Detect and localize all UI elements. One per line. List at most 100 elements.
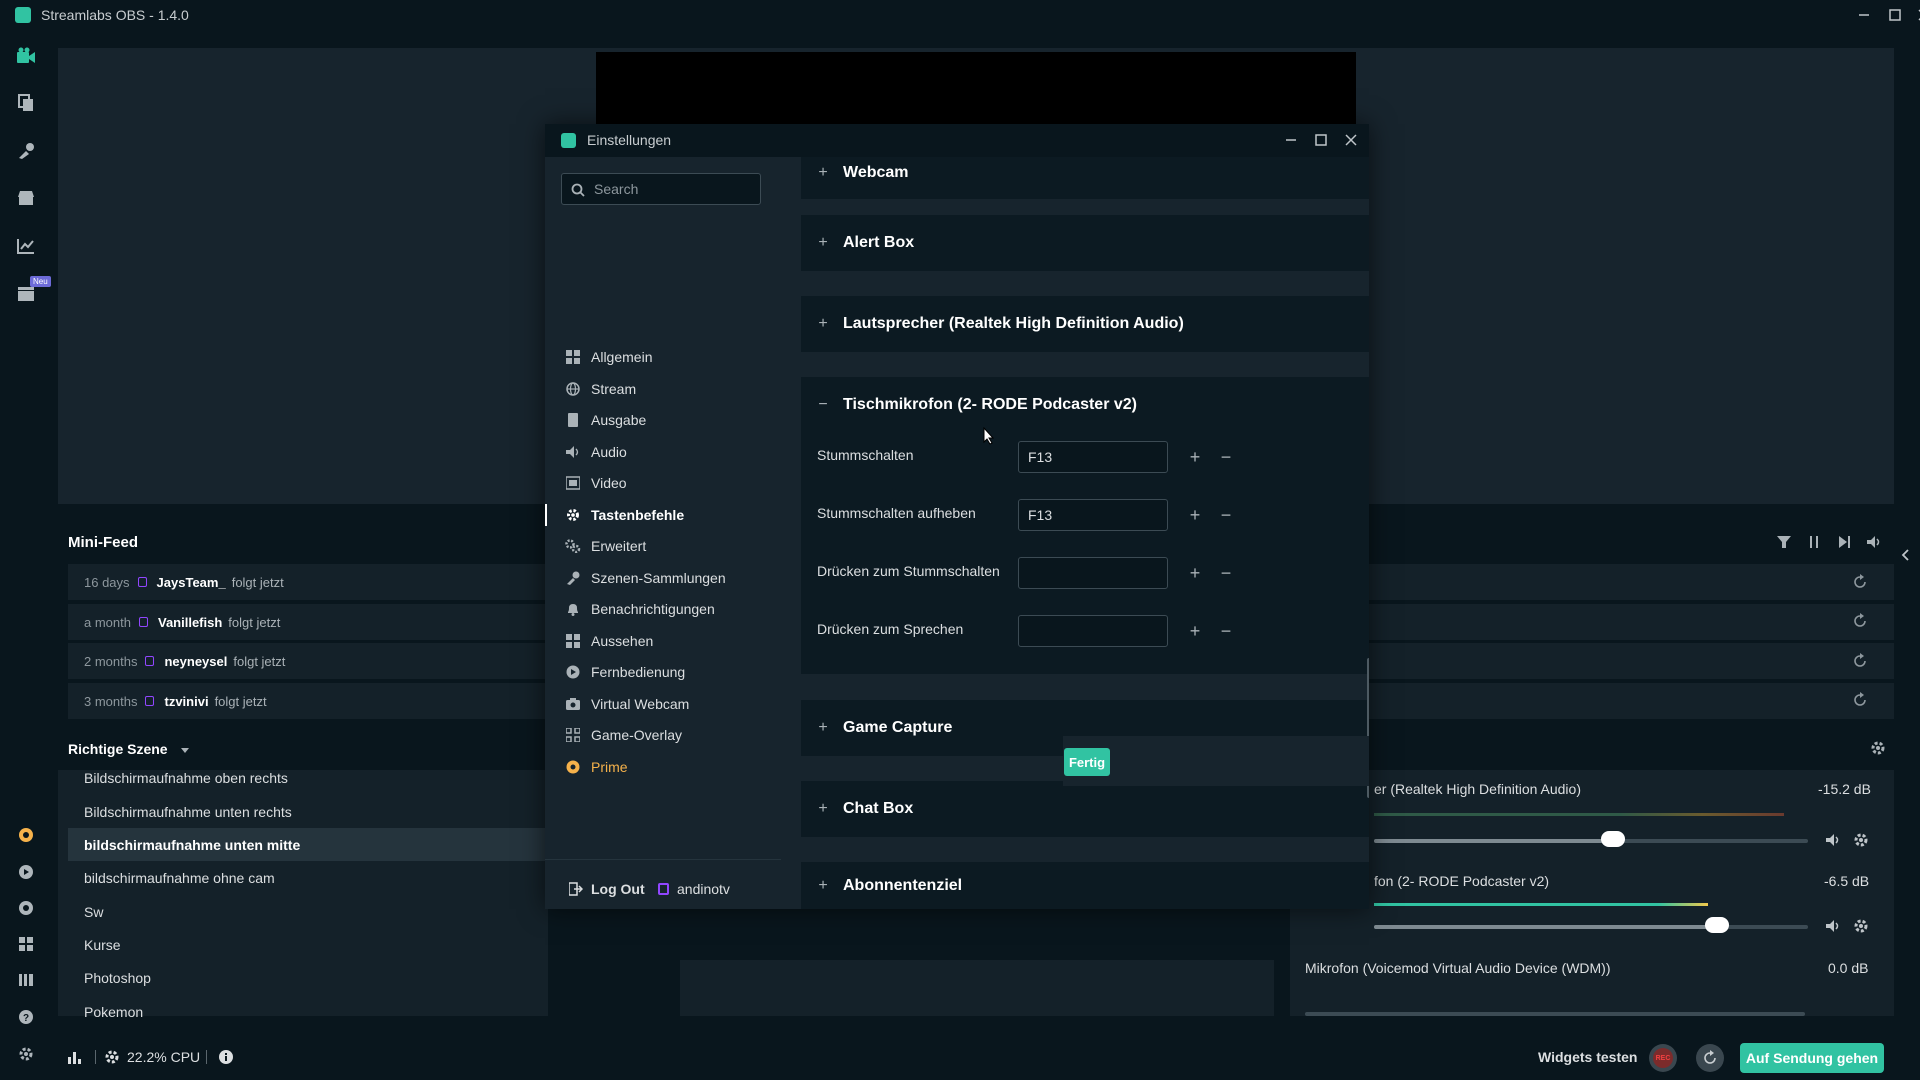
- mixer-channel-label: Mikrofon (Voicemod Virtual Audio Device …: [1305, 960, 1611, 976]
- dashboard-icon[interactable]: [14, 234, 38, 258]
- add-binding-icon[interactable]: +: [1187, 505, 1203, 525]
- settings-nav-game-overlay[interactable]: Game-Overlay: [565, 722, 775, 748]
- columns-icon[interactable]: [14, 968, 38, 992]
- done-button[interactable]: Fertig: [1064, 748, 1110, 776]
- minimize-icon[interactable]: [1853, 4, 1875, 26]
- hotkey-input-push-to-talk[interactable]: [1018, 615, 1168, 647]
- channel-settings-icon[interactable]: [1853, 918, 1869, 934]
- chat-icon[interactable]: [14, 896, 38, 920]
- repeat-alert-icon[interactable]: [1852, 613, 1868, 629]
- remove-binding-icon[interactable]: −: [1218, 621, 1234, 641]
- record-button[interactable]: REC: [1649, 1044, 1677, 1072]
- themes-icon[interactable]: [14, 91, 38, 115]
- volume-icon[interactable]: [1866, 534, 1882, 554]
- scene-item[interactable]: Pokemon: [68, 995, 548, 1028]
- scene-item[interactable]: Bildschirmaufnahme oben rechts: [68, 761, 548, 794]
- add-binding-icon[interactable]: +: [1187, 563, 1203, 583]
- settings-nav-audio[interactable]: Audio: [565, 439, 775, 465]
- mini-feed-title: Mini-Feed: [68, 534, 138, 551]
- section-header[interactable]: + Game Capture: [817, 700, 952, 756]
- scene-collection-selector[interactable]: Richtige Szene: [68, 741, 190, 757]
- remove-binding-icon[interactable]: −: [1218, 447, 1234, 467]
- skip-icon[interactable]: [1836, 534, 1852, 554]
- settings-nav-tastenbefehle[interactable]: Tastenbefehle: [565, 502, 775, 528]
- dialog-minimize-icon[interactable]: [1280, 129, 1302, 151]
- scene-item-active[interactable]: bildschirmaufnahme unten mitte: [68, 828, 548, 861]
- add-binding-icon[interactable]: +: [1187, 621, 1203, 641]
- section-header[interactable]: + Alert Box: [817, 215, 914, 271]
- maximize-icon[interactable]: [1884, 4, 1906, 26]
- settings-nav-video[interactable]: Video: [565, 470, 775, 496]
- repeat-alert-icon[interactable]: [1852, 653, 1868, 669]
- feed-item: a month Vanillefish folgt jetzt: [68, 604, 548, 640]
- help-icon[interactable]: ?: [14, 1005, 38, 1029]
- play-icon[interactable]: [14, 860, 38, 884]
- dialog-maximize-icon[interactable]: [1310, 129, 1332, 151]
- settings-nav-erweitert[interactable]: Erweitert: [565, 533, 775, 559]
- hotkey-input-unmute[interactable]: F13: [1018, 499, 1168, 531]
- replay-buffer-button[interactable]: [1696, 1044, 1724, 1072]
- hotkey-section-lautsprecher[interactable]: + Lautsprecher (Realtek High Definition …: [801, 296, 1369, 352]
- account-name: andinotv: [658, 881, 730, 897]
- store-icon[interactable]: [14, 186, 38, 210]
- repeat-alert-icon[interactable]: [1852, 692, 1868, 708]
- settings-nav-ausgabe[interactable]: Ausgabe: [565, 407, 775, 433]
- twitch-icon: [145, 656, 155, 666]
- hotkey-section-alert-box[interactable]: + Alert Box: [801, 215, 1369, 271]
- mute-speaker-icon[interactable]: [1825, 832, 1841, 848]
- collapse-panel-icon[interactable]: [1900, 548, 1910, 562]
- remove-binding-icon[interactable]: −: [1218, 563, 1234, 583]
- stats-icon[interactable]: [67, 1049, 83, 1065]
- settings-nav-stream[interactable]: Stream: [565, 376, 775, 402]
- volume-slider-knob[interactable]: [1601, 831, 1625, 847]
- filter-icon[interactable]: [1776, 534, 1792, 554]
- settings-nav-allgemein[interactable]: Allgemein: [565, 344, 775, 370]
- hotkey-input-mute[interactable]: F13: [1018, 441, 1168, 473]
- add-binding-icon[interactable]: +: [1187, 447, 1203, 467]
- scene-item[interactable]: bildschirmaufnahme ohne cam: [68, 861, 548, 894]
- section-header[interactable]: − Tischmikrofon (2- RODE Podcaster v2): [817, 377, 1137, 433]
- settings-nav-benachrichtigungen[interactable]: Benachrichtigungen: [565, 596, 775, 622]
- nav-label: Tastenbefehle: [591, 507, 685, 523]
- layout-icon[interactable]: [14, 932, 38, 956]
- test-widgets-button[interactable]: Widgets testen: [1538, 1049, 1637, 1065]
- repeat-alert-icon[interactable]: [1852, 574, 1868, 590]
- editor-icon[interactable]: [14, 139, 38, 163]
- logout-button[interactable]: Log Out: [569, 881, 645, 897]
- section-header[interactable]: + Webcam: [817, 157, 908, 199]
- settings-nav-szenen-sammlungen[interactable]: Szenen-Sammlungen: [565, 565, 775, 591]
- pause-icon[interactable]: [1806, 534, 1822, 554]
- studio-icon[interactable]: [14, 44, 38, 68]
- hotkey-section-chat-box[interactable]: + Chat Box: [801, 781, 1369, 837]
- scene-item[interactable]: Kurse: [68, 928, 548, 961]
- collapse-minus-icon: −: [818, 396, 828, 413]
- settings-nav-prime[interactable]: Prime: [565, 754, 775, 780]
- info-icon[interactable]: [218, 1049, 234, 1065]
- prime-icon[interactable]: [14, 823, 38, 847]
- channel-settings-icon[interactable]: [1853, 832, 1869, 848]
- section-header[interactable]: + Chat Box: [817, 781, 913, 837]
- hotkey-section-abonnentenziel[interactable]: + Abonnentenziel: [801, 862, 1369, 909]
- volume-slider[interactable]: [1305, 1012, 1805, 1016]
- remove-binding-icon[interactable]: −: [1218, 505, 1234, 525]
- section-header[interactable]: + Lautsprecher (Realtek High Definition …: [817, 296, 1183, 352]
- settings-nav-virtual-webcam[interactable]: Virtual Webcam: [565, 691, 775, 717]
- go-live-button[interactable]: Auf Sendung gehen: [1740, 1043, 1884, 1073]
- scene-item[interactable]: Sw: [68, 895, 548, 928]
- settings-gear-icon[interactable]: [14, 1042, 38, 1066]
- expand-plus-icon: +: [818, 234, 828, 251]
- section-header[interactable]: + Abonnentenziel: [817, 858, 962, 909]
- settings-nav-aussehen[interactable]: Aussehen: [565, 628, 775, 654]
- scene-item[interactable]: Photoshop: [68, 961, 548, 994]
- event-row: [1290, 643, 1894, 679]
- mute-speaker-icon[interactable]: [1825, 918, 1841, 934]
- settings-nav-fernbedienung[interactable]: Fernbedienung: [565, 659, 775, 685]
- hotkey-input-push-to-mute[interactable]: [1018, 557, 1168, 589]
- hotkey-section-webcam[interactable]: + Webcam: [801, 157, 1369, 199]
- scene-item[interactable]: Bildschirmaufnahme unten rechts: [68, 795, 548, 828]
- volume-slider-knob[interactable]: [1705, 917, 1729, 933]
- close-icon[interactable]: [1913, 4, 1920, 26]
- dialog-close-icon[interactable]: [1340, 129, 1362, 151]
- mixer-settings-icon[interactable]: [1870, 740, 1886, 756]
- search-input[interactable]: Search: [561, 173, 761, 205]
